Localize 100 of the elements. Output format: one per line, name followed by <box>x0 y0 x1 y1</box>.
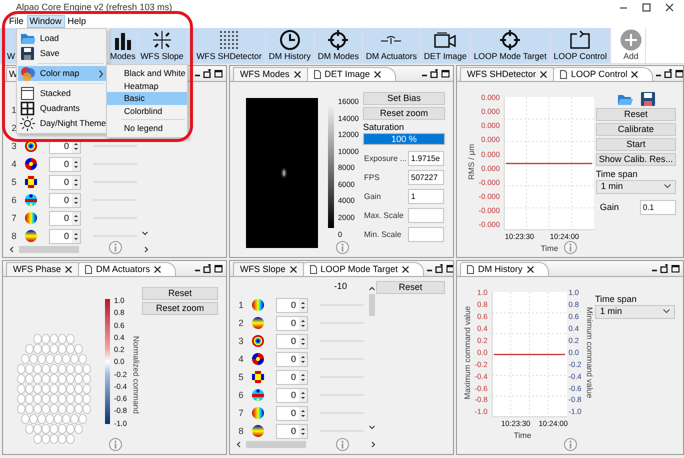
close-icon[interactable] <box>65 266 72 273</box>
input-field[interactable]: 1.9715e <box>408 150 444 166</box>
toolbar-button[interactable]: DM Modes <box>314 28 363 63</box>
close-icon[interactable] <box>526 266 534 273</box>
spin-field[interactable]: 0 <box>49 156 81 172</box>
maximize-icon[interactable] <box>441 69 450 78</box>
info-icon[interactable] <box>108 438 122 451</box>
menu-item[interactable]: Window <box>26 14 65 28</box>
restore-icon[interactable] <box>430 69 439 78</box>
input-field[interactable]: 507227 <box>408 170 444 185</box>
panel-tab[interactable]: DET Image <box>306 67 396 81</box>
spin-arrows-icon[interactable] <box>298 406 307 420</box>
spin-field[interactable]: 0 <box>49 192 81 208</box>
spin-arrows-icon[interactable] <box>298 352 307 366</box>
close-icon[interactable] <box>631 71 638 78</box>
push-button[interactable]: Set Bias <box>363 92 445 105</box>
input-field[interactable] <box>408 208 444 223</box>
toolbar-button[interactable]: LOOP Control <box>550 28 611 63</box>
push-button[interactable]: Start <box>596 138 676 151</box>
restore-icon[interactable] <box>660 264 669 273</box>
info-icon[interactable] <box>564 241 577 254</box>
restore-icon[interactable] <box>664 69 674 78</box>
spin-field[interactable]: 0 <box>276 316 308 330</box>
push-button[interactable]: Reset <box>376 281 445 294</box>
folder-icon[interactable] <box>616 92 633 106</box>
menu-item[interactable]: Colorblind <box>107 104 187 117</box>
info-icon[interactable] <box>564 438 577 451</box>
restore-icon[interactable] <box>203 69 212 78</box>
spin-arrows-icon[interactable] <box>71 158 80 170</box>
toolbar-button[interactable]: Modes <box>109 28 138 63</box>
panel-tab[interactable]: WFS SHDetector <box>460 67 554 81</box>
menu-item[interactable]: Help <box>64 14 90 28</box>
toolbar-button[interactable]: WFS Slope <box>138 28 188 63</box>
menu-item[interactable]: Load <box>18 31 106 46</box>
spin-arrows-icon[interactable] <box>71 176 80 188</box>
maximize-icon[interactable] <box>642 2 651 12</box>
toolbar-button[interactable]: WFS SHDetector <box>188 28 266 63</box>
push-button[interactable]: Show Calib. Res... <box>596 153 676 166</box>
spin-field[interactable]: 0 <box>49 174 81 190</box>
input-field[interactable]: 1 <box>408 188 444 204</box>
spin-field[interactable]: 0 <box>276 388 308 402</box>
info-icon[interactable] <box>336 241 348 254</box>
menu-item[interactable]: Save <box>18 46 106 61</box>
panel-tab[interactable]: DM History <box>460 262 548 276</box>
close-icon[interactable] <box>402 266 409 273</box>
info-icon[interactable] <box>336 438 348 451</box>
panel-tab[interactable]: LOOP Mode Target <box>302 262 424 276</box>
menu-item[interactable]: Stacked <box>18 86 106 101</box>
panel-tab[interactable]: WFS Slope <box>233 262 304 276</box>
maximize-icon[interactable] <box>446 264 453 273</box>
dropdown[interactable]: 1 min <box>595 304 675 319</box>
maximize-icon[interactable] <box>675 69 683 78</box>
push-button[interactable]: Reset <box>142 287 218 300</box>
maximize-icon[interactable] <box>214 264 223 273</box>
horizontal-scrollbar[interactable] <box>9 245 149 254</box>
spin-field[interactable]: 0 <box>49 228 81 244</box>
close-icon[interactable] <box>154 266 162 273</box>
input-field[interactable] <box>408 226 444 242</box>
menu-item[interactable]: Color map <box>18 66 106 81</box>
spin-field[interactable]: 0 <box>49 210 81 226</box>
restore-icon[interactable] <box>203 264 212 273</box>
panel-tab[interactable]: WFS Phase <box>6 262 80 276</box>
spin-field[interactable]: 0 <box>276 424 308 438</box>
spin-arrows-icon[interactable] <box>71 194 80 206</box>
close-icon[interactable] <box>374 71 381 78</box>
menu-item[interactable]: Black and White <box>107 67 187 80</box>
vertical-scrollbar[interactable] <box>368 286 376 430</box>
push-button[interactable]: Reset zoom <box>363 107 445 120</box>
close-icon[interactable] <box>540 71 548 78</box>
spin-field[interactable]: 0 <box>276 334 308 348</box>
spin-field[interactable]: 0 <box>276 370 308 384</box>
push-button[interactable]: Reset zoom <box>142 302 218 315</box>
save-icon[interactable] <box>640 92 655 106</box>
panel-tab[interactable]: DM Actuators <box>78 262 176 276</box>
spin-arrows-icon[interactable] <box>298 370 307 384</box>
spin-arrows-icon[interactable] <box>71 212 80 224</box>
info-icon[interactable] <box>108 241 122 254</box>
spin-field[interactable]: 0 <box>276 406 308 420</box>
maximize-icon[interactable] <box>214 69 223 78</box>
panel-tab[interactable]: WFS Modes <box>233 67 308 81</box>
toolbar-button[interactable]: DM Actuators <box>362 28 421 63</box>
maximize-icon[interactable] <box>671 264 680 273</box>
restore-icon[interactable] <box>434 264 444 273</box>
menu-item[interactable]: Quadrants <box>18 101 106 116</box>
spin-field[interactable]: 0 <box>276 298 308 312</box>
toolbar-button[interactable]: DM History <box>266 28 315 63</box>
spin-arrows-icon[interactable] <box>298 424 307 438</box>
spin-arrows-icon[interactable] <box>298 298 307 312</box>
close-icon[interactable] <box>665 2 674 12</box>
close-icon[interactable] <box>290 266 297 273</box>
push-button[interactable]: Calibrate <box>596 123 676 136</box>
spin-arrows-icon[interactable] <box>298 334 307 348</box>
spin-arrows-icon[interactable] <box>71 230 80 242</box>
horizontal-scrollbar[interactable] <box>236 440 376 449</box>
spin-arrows-icon[interactable] <box>298 316 307 330</box>
dropdown[interactable]: 1 min <box>596 180 676 194</box>
scroll-down-icon[interactable] <box>141 229 149 237</box>
toolbar-button[interactable]: LOOP Mode Target <box>470 28 551 63</box>
toolbar-button[interactable]: DET Image <box>420 28 471 63</box>
spin-arrows-icon[interactable] <box>298 388 307 402</box>
